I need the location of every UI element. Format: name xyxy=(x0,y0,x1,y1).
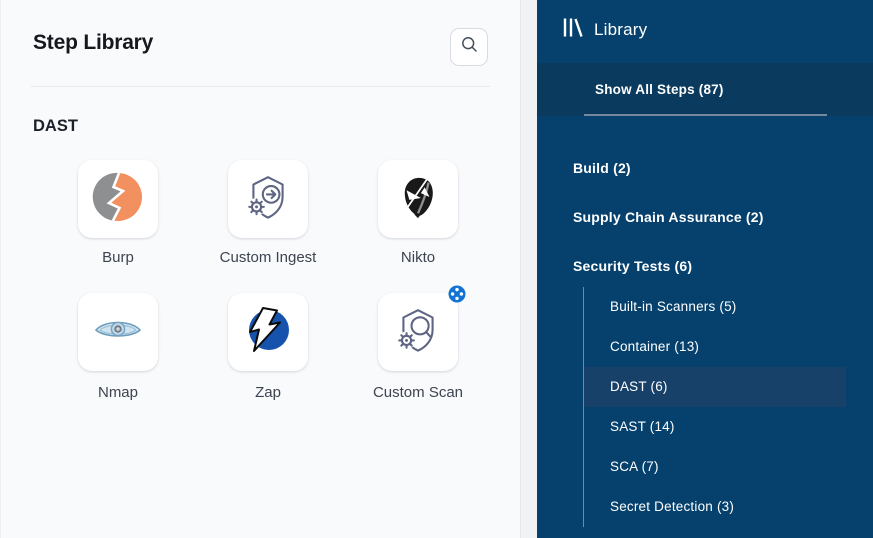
sidebar-title: Library xyxy=(594,20,647,40)
tool-card-custom-scan[interactable] xyxy=(378,293,458,371)
library-sidebar: Library Show All Steps (87) Build (2) Su… xyxy=(537,0,873,538)
header-divider xyxy=(31,86,490,87)
tool-label: Zap xyxy=(188,384,348,401)
security-tests-subcategory-list: Built-in Scanners (5) Container (13) DAS… xyxy=(583,287,846,527)
nikto-logo xyxy=(395,174,441,225)
sidebar-divider xyxy=(584,114,827,116)
show-all-steps-label: Show All Steps (87) xyxy=(595,82,724,97)
zap-logo xyxy=(243,305,293,360)
custom-ingest-shield-icon xyxy=(243,172,293,227)
tool-label: Custom Scan xyxy=(338,384,498,401)
sidebar-item-sca[interactable]: SCA (7) xyxy=(584,447,846,487)
search-icon xyxy=(461,36,478,58)
tool-label: Burp xyxy=(38,249,198,266)
tool-label: Custom Ingest xyxy=(188,249,348,266)
sidebar-item-build[interactable]: Build (2) xyxy=(573,160,631,176)
nmap-eye-logo xyxy=(93,305,143,360)
section-heading-dast: DAST xyxy=(33,117,78,136)
tool-card-nikto[interactable] xyxy=(378,160,458,238)
page-title: Step Library xyxy=(33,31,153,55)
library-books-icon xyxy=(563,17,583,43)
move-dots-badge-icon xyxy=(448,285,466,303)
sidebar-item-dast[interactable]: DAST (6) xyxy=(584,367,846,407)
tool-card-nmap[interactable] xyxy=(78,293,158,371)
sidebar-item-sast[interactable]: SAST (14) xyxy=(584,407,846,447)
sidebar-item-supply-chain-assurance[interactable]: Supply Chain Assurance (2) xyxy=(573,209,764,225)
library-header: Library xyxy=(563,17,647,43)
step-library-screen: Step Library DAST Burp xyxy=(0,0,873,538)
show-all-steps-item[interactable]: Show All Steps (87) xyxy=(537,63,873,116)
step-library-panel: Step Library DAST Burp xyxy=(0,0,521,538)
search-button[interactable] xyxy=(450,28,488,66)
tool-label: Nmap xyxy=(38,384,198,401)
tool-label: Nikto xyxy=(338,249,498,266)
custom-scan-shield-icon xyxy=(393,305,443,360)
sidebar-item-container[interactable]: Container (13) xyxy=(584,327,846,367)
tool-card-custom-ingest[interactable] xyxy=(228,160,308,238)
sidebar-item-security-tests[interactable]: Security Tests (6) xyxy=(573,258,692,274)
burp-logo xyxy=(92,171,144,228)
sidebar-item-secret-detection[interactable]: Secret Detection (3) xyxy=(584,487,846,527)
tool-card-zap[interactable] xyxy=(228,293,308,371)
sidebar-item-built-in-scanners[interactable]: Built-in Scanners (5) xyxy=(584,287,846,327)
tool-card-burp[interactable] xyxy=(78,160,158,238)
